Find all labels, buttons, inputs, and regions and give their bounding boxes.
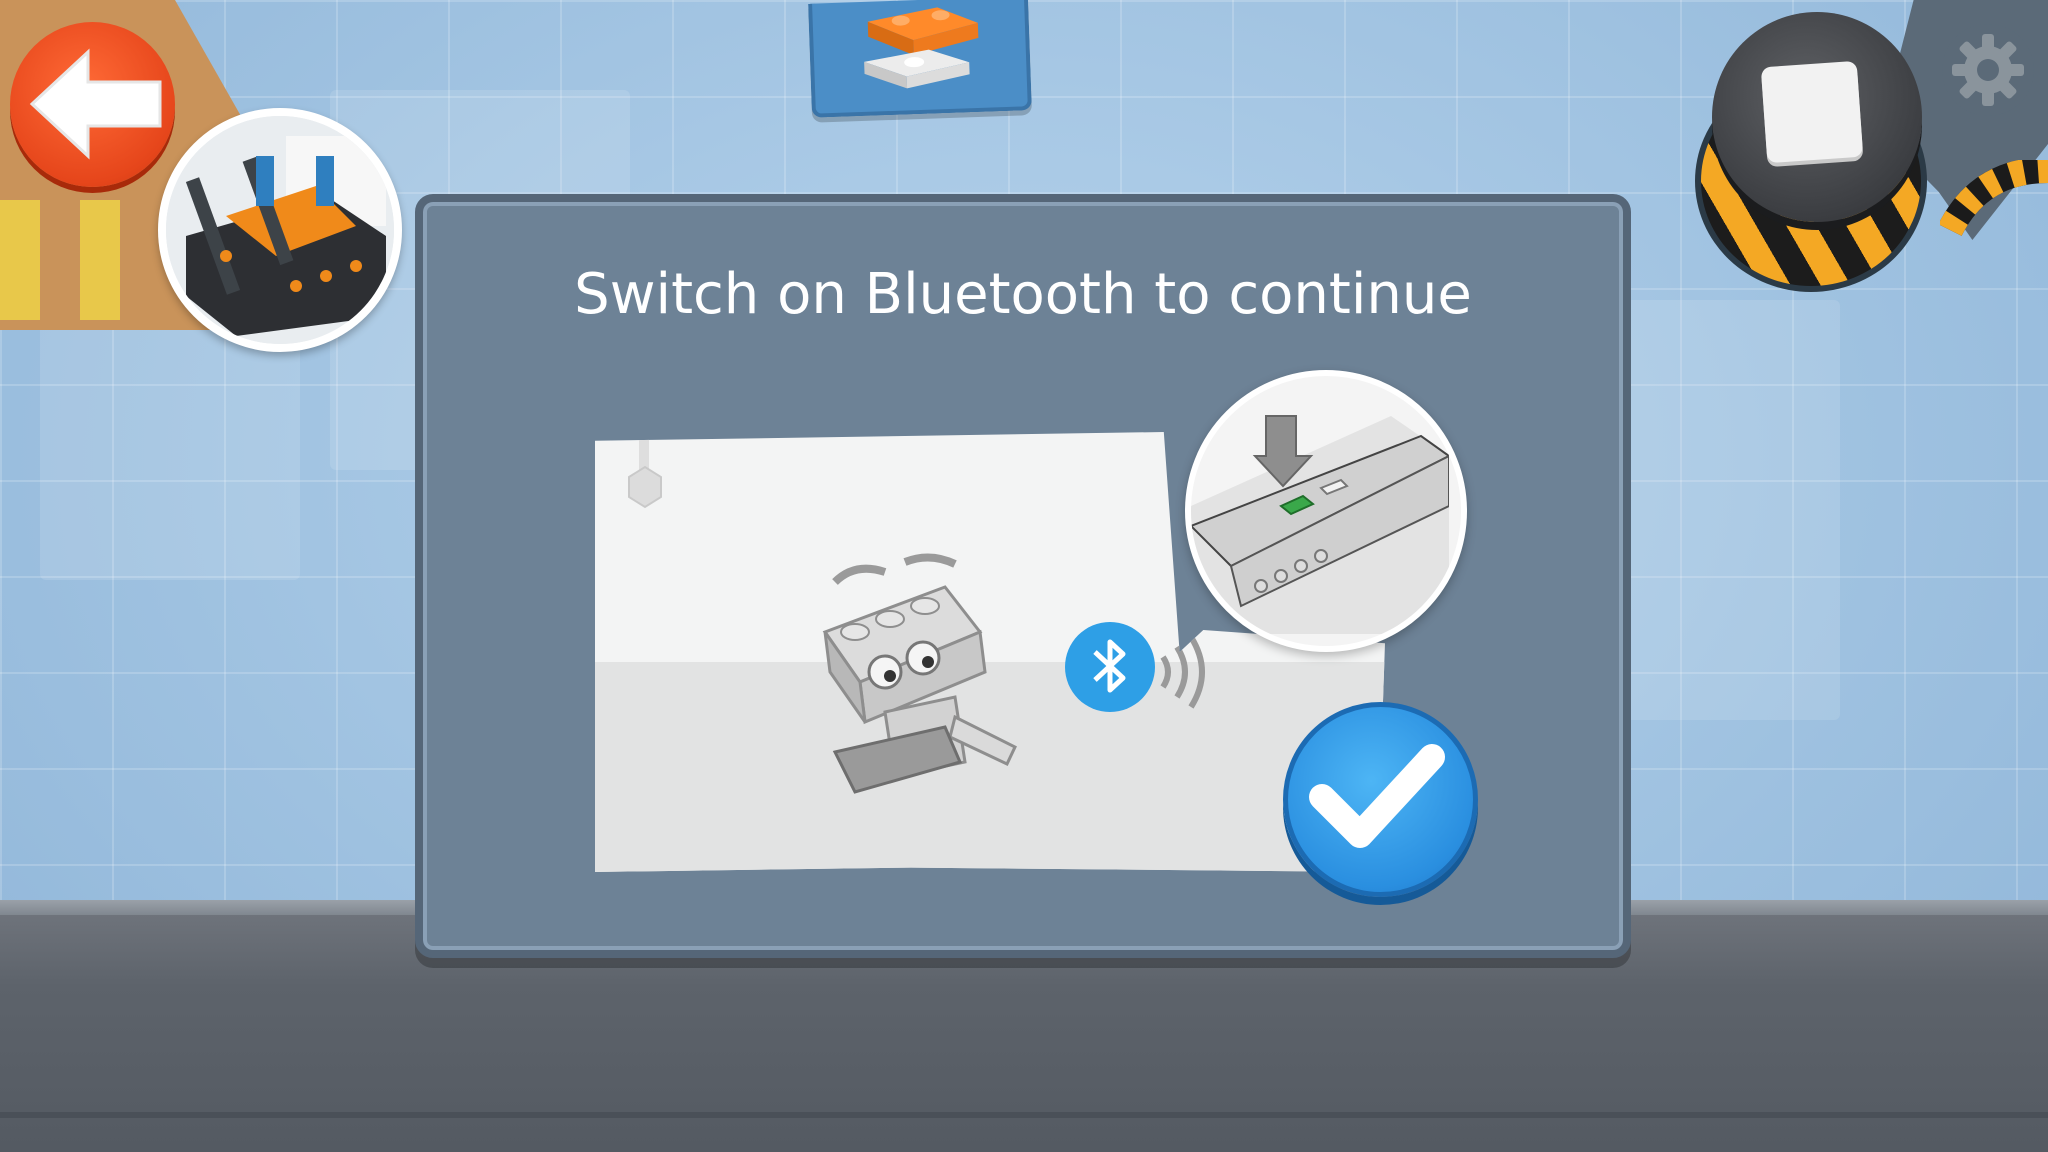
back-button[interactable] [10,22,175,187]
brick-palette-icon [864,7,979,89]
hazard-arm-decoration [1940,160,2048,237]
hub-button-closeup [1185,370,1467,652]
gear-icon [1942,24,2034,116]
backpack-strip [0,200,160,320]
stop-icon [1760,60,1864,164]
checkmark-icon [1309,744,1445,848]
settings-button[interactable] [1938,20,2038,120]
signal-waves-icon [1160,635,1205,709]
stop-button[interactable] [1712,12,1922,222]
model-thumbnail-button[interactable] [158,108,402,352]
dialog-title: Switch on Bluetooth to continue [574,262,1472,327]
floor-line [0,1112,2048,1118]
robot-character-illustration [822,553,1017,794]
bluetooth-icon [1065,622,1155,712]
pin-icon [628,432,662,509]
back-arrow-icon [29,48,162,160]
hub-illustration [1191,415,1451,634]
bluetooth-dialog: Switch on Bluetooth to continue [415,194,1631,958]
confirm-button[interactable] [1283,702,1478,897]
brick-palette-button[interactable] [808,0,1032,118]
robot-model-image [166,116,394,344]
